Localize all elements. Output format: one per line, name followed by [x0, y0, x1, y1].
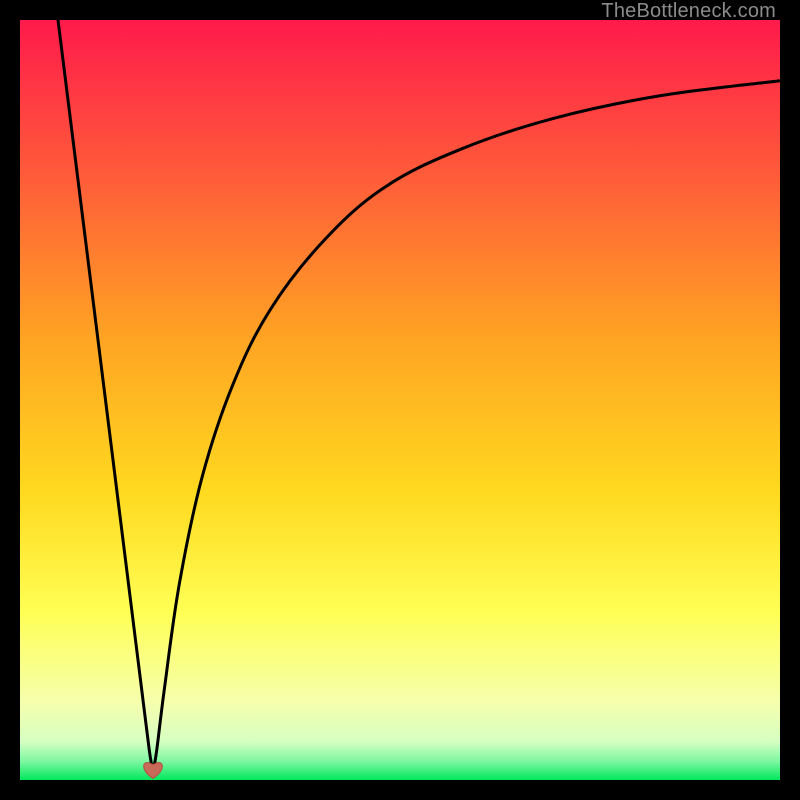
bottleneck-chart: [20, 20, 780, 780]
watermark-label: TheBottleneck.com: [601, 0, 776, 23]
gradient-background: [20, 20, 780, 780]
chart-frame: [20, 20, 780, 780]
